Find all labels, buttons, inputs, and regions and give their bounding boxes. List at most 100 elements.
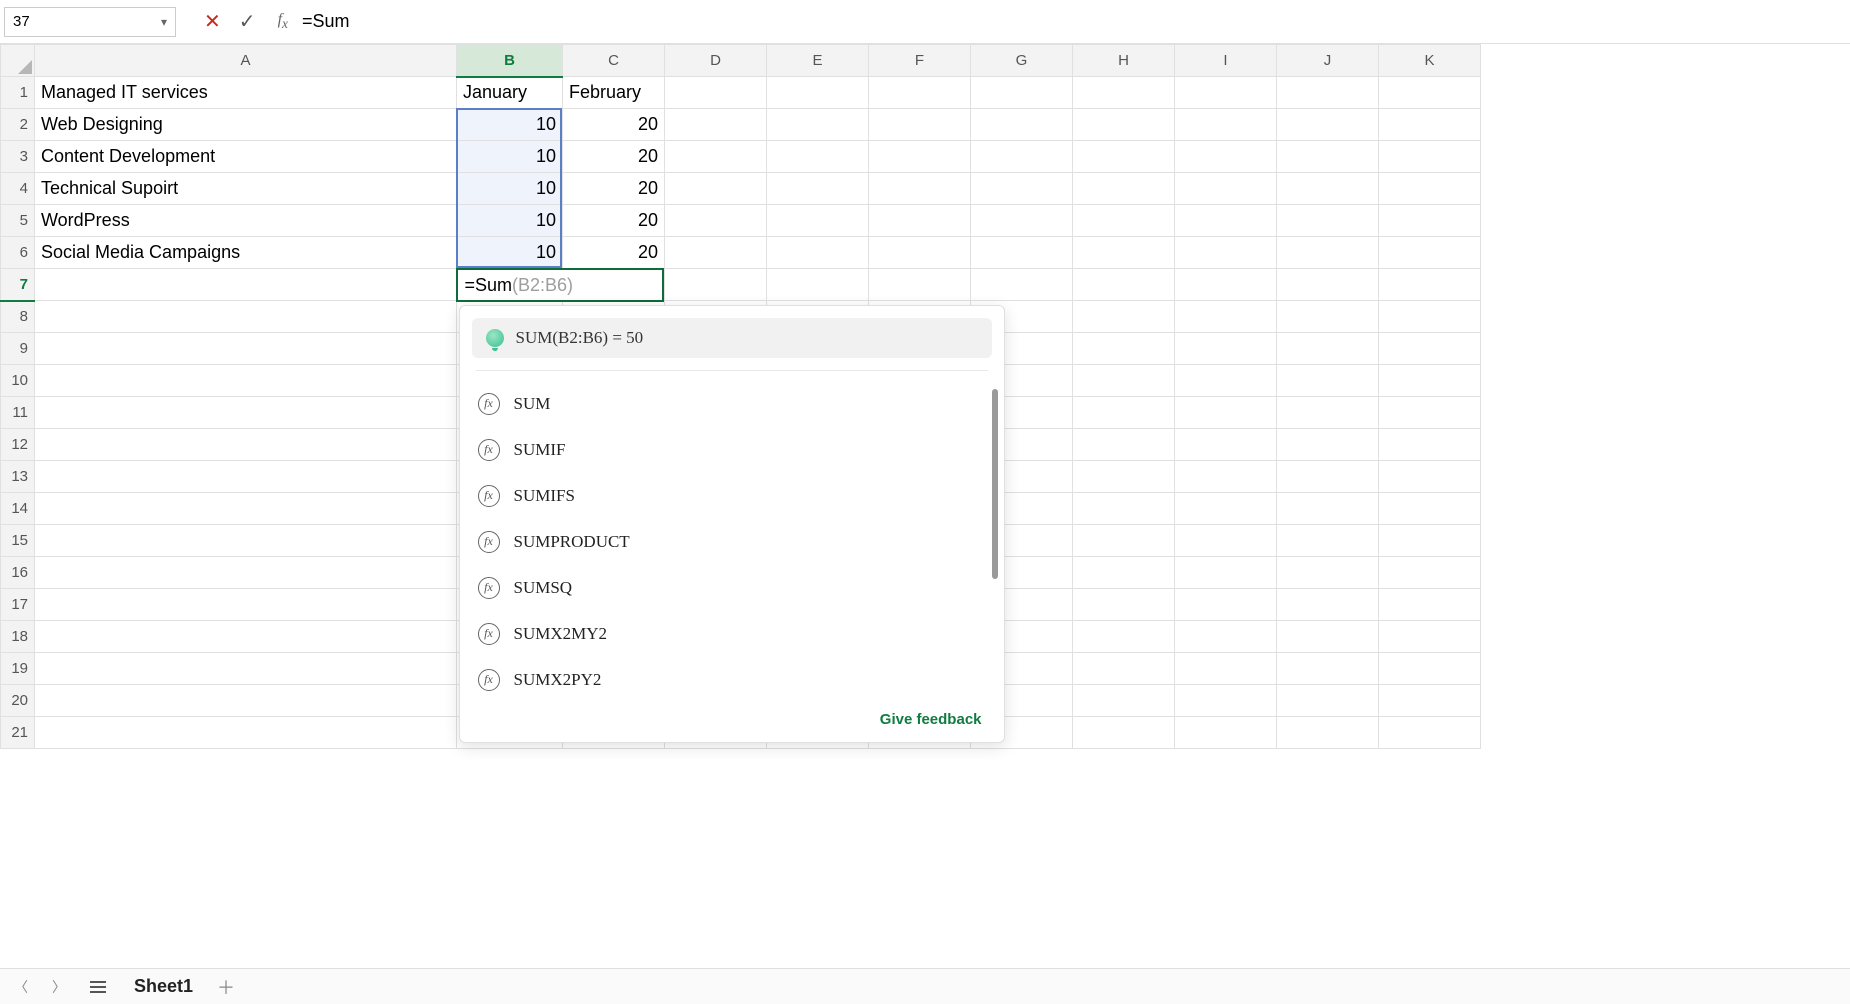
cell[interactable] bbox=[1379, 685, 1481, 717]
column-header[interactable]: B bbox=[457, 45, 563, 77]
cell[interactable] bbox=[1277, 525, 1379, 557]
cell[interactable] bbox=[35, 589, 457, 621]
autocomplete-item[interactable]: fxSUMIFS bbox=[460, 473, 1004, 519]
cell[interactable] bbox=[1277, 237, 1379, 269]
column-header[interactable]: I bbox=[1175, 45, 1277, 77]
row-header[interactable]: 4 bbox=[1, 173, 35, 205]
row-header[interactable]: 12 bbox=[1, 429, 35, 461]
row-header[interactable]: 11 bbox=[1, 397, 35, 429]
column-header[interactable]: K bbox=[1379, 45, 1481, 77]
cell[interactable] bbox=[665, 141, 767, 173]
cell[interactable] bbox=[1175, 173, 1277, 205]
row-header[interactable]: 10 bbox=[1, 365, 35, 397]
row-header[interactable]: 3 bbox=[1, 141, 35, 173]
cell[interactable] bbox=[1175, 717, 1277, 749]
cell[interactable] bbox=[1073, 397, 1175, 429]
cell[interactable] bbox=[1379, 621, 1481, 653]
column-header[interactable]: C bbox=[563, 45, 665, 77]
cell[interactable] bbox=[1175, 653, 1277, 685]
row-header[interactable]: 8 bbox=[1, 301, 35, 333]
cell[interactable]: January bbox=[457, 77, 563, 109]
cell[interactable] bbox=[1379, 525, 1481, 557]
cell[interactable] bbox=[35, 717, 457, 749]
cell[interactable] bbox=[971, 205, 1073, 237]
cell[interactable]: 10 bbox=[457, 173, 563, 205]
cell[interactable] bbox=[1379, 589, 1481, 621]
cell[interactable] bbox=[1073, 493, 1175, 525]
cancel-icon[interactable]: ✕ bbox=[200, 9, 225, 34]
cell[interactable] bbox=[1379, 173, 1481, 205]
give-feedback-link[interactable]: Give feedback bbox=[460, 703, 1004, 734]
cell[interactable] bbox=[1073, 525, 1175, 557]
cell[interactable] bbox=[767, 269, 869, 301]
cell[interactable] bbox=[665, 269, 767, 301]
cell[interactable] bbox=[35, 557, 457, 589]
cell[interactable] bbox=[35, 397, 457, 429]
cell[interactable] bbox=[1073, 557, 1175, 589]
autocomplete-item[interactable]: fxSUMX2PY2 bbox=[460, 657, 1004, 703]
cell[interactable] bbox=[767, 237, 869, 269]
cell[interactable] bbox=[1073, 205, 1175, 237]
cell[interactable] bbox=[1277, 333, 1379, 365]
cell[interactable] bbox=[1277, 205, 1379, 237]
column-header[interactable]: F bbox=[869, 45, 971, 77]
cell[interactable] bbox=[1379, 237, 1481, 269]
cell[interactable]: WordPress bbox=[35, 205, 457, 237]
name-box-input[interactable] bbox=[13, 13, 153, 30]
cell[interactable]: 20 bbox=[563, 205, 665, 237]
all-sheets-icon[interactable] bbox=[86, 981, 110, 993]
cell[interactable] bbox=[1277, 589, 1379, 621]
column-header[interactable]: H bbox=[1073, 45, 1175, 77]
cell[interactable]: 20 bbox=[563, 237, 665, 269]
cell[interactable]: 10 bbox=[457, 237, 563, 269]
cell[interactable] bbox=[665, 205, 767, 237]
cell[interactable] bbox=[1175, 301, 1277, 333]
cell[interactable] bbox=[1175, 365, 1277, 397]
cell[interactable]: 20 bbox=[563, 109, 665, 141]
cell[interactable]: 20 bbox=[563, 173, 665, 205]
cell[interactable] bbox=[1379, 301, 1481, 333]
cell[interactable] bbox=[1277, 301, 1379, 333]
cell[interactable] bbox=[767, 109, 869, 141]
row-header[interactable]: 7 bbox=[1, 269, 35, 301]
cell[interactable]: 10 bbox=[457, 205, 563, 237]
cell[interactable] bbox=[1073, 461, 1175, 493]
cell[interactable] bbox=[665, 237, 767, 269]
cell[interactable] bbox=[1379, 77, 1481, 109]
cell[interactable]: February bbox=[563, 77, 665, 109]
cell[interactable] bbox=[665, 173, 767, 205]
cell[interactable] bbox=[35, 269, 457, 301]
cell[interactable] bbox=[1073, 589, 1175, 621]
select-all-corner[interactable] bbox=[1, 45, 35, 77]
cell[interactable] bbox=[767, 77, 869, 109]
cell[interactable] bbox=[1073, 429, 1175, 461]
cell[interactable] bbox=[1379, 109, 1481, 141]
cell[interactable]: 20 bbox=[563, 141, 665, 173]
cell[interactable] bbox=[1379, 205, 1481, 237]
cell[interactable] bbox=[869, 173, 971, 205]
cell[interactable]: Technical Supoirt bbox=[35, 173, 457, 205]
cell[interactable] bbox=[1073, 237, 1175, 269]
cell[interactable] bbox=[665, 109, 767, 141]
cell[interactable] bbox=[1175, 109, 1277, 141]
cell[interactable] bbox=[1277, 397, 1379, 429]
cell[interactable] bbox=[1175, 589, 1277, 621]
cell[interactable] bbox=[35, 333, 457, 365]
cell[interactable] bbox=[1277, 493, 1379, 525]
cell[interactable] bbox=[869, 269, 971, 301]
row-header[interactable]: 16 bbox=[1, 557, 35, 589]
cell[interactable] bbox=[971, 237, 1073, 269]
cell[interactable] bbox=[1277, 173, 1379, 205]
cell[interactable] bbox=[1175, 397, 1277, 429]
row-header[interactable]: 5 bbox=[1, 205, 35, 237]
cell[interactable] bbox=[35, 653, 457, 685]
cell[interactable] bbox=[1277, 653, 1379, 685]
cell[interactable] bbox=[1175, 429, 1277, 461]
chevron-down-icon[interactable]: ▾ bbox=[153, 15, 167, 29]
cell[interactable] bbox=[1073, 717, 1175, 749]
cell[interactable] bbox=[1379, 557, 1481, 589]
scrollbar-thumb[interactable] bbox=[992, 389, 998, 579]
cell[interactable] bbox=[1175, 685, 1277, 717]
cell[interactable] bbox=[767, 141, 869, 173]
cell[interactable] bbox=[1073, 301, 1175, 333]
